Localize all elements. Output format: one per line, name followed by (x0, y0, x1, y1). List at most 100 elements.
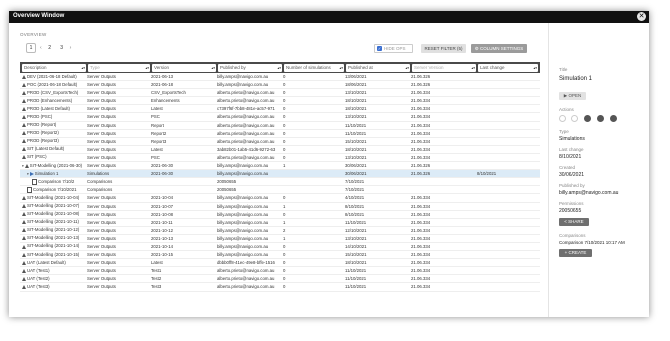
sort-icon[interactable]: ▴▾ (405, 64, 409, 72)
column-header-0[interactable]: Description ▴▾ (22, 63, 86, 72)
last-change-value: 8/10/2021 (559, 154, 582, 160)
cell-pub: 8/10/2021 (345, 203, 365, 209)
cell-num: 0 (283, 122, 286, 128)
cell-last (476, 97, 538, 104)
sort-icon[interactable]: ▴▾ (145, 64, 149, 72)
table-row[interactable]: Comparison 7/10/2 Comparisons 20050655 7/10… (20, 178, 540, 187)
sort-icon[interactable]: ▴▾ (471, 64, 475, 72)
cell-version: 2021-06-30 (151, 171, 173, 177)
cell-by: 20050655 (217, 187, 237, 193)
cell-last (476, 178, 538, 185)
cell-num: 0 (283, 138, 286, 144)
table-row[interactable]: SIT-Modelling (2021-10-12) Server Outputs… (20, 227, 540, 235)
permissions-label: Permissions (559, 201, 584, 206)
column-header-7[interactable]: Last change ▴▾ (478, 63, 538, 72)
table-row[interactable]: SIT-Modelling (2021-10-14) Server Outputs… (20, 243, 540, 252)
cell-version: Latest (151, 260, 163, 266)
table-row[interactable]: SIT-Modelling (2021-10-08) Server Outputs… (20, 211, 540, 219)
cell-last (476, 138, 538, 145)
column-header-5[interactable]: Published at ▴▾ (346, 63, 410, 72)
action-save-icon[interactable] (597, 115, 604, 122)
action-circle-icon[interactable] (559, 115, 566, 122)
table-row[interactable]: POC (2021-06-18 Default) Server Outputs 20… (20, 81, 540, 90)
cell-pub: 13/10/2021 (345, 114, 367, 120)
server-output-icon (22, 82, 26, 87)
cell-desc: PROD (PSC) (20, 113, 86, 120)
column-settings-button[interactable]: ⚙ COLUMN SETTINGS (471, 44, 527, 53)
server-output-icon (22, 236, 26, 241)
table-row[interactable]: UAT (Latest Default) Server Outputs Latest… (20, 259, 540, 268)
table-row[interactable]: PROD (Enhancements) Server Outputs Enhance… (20, 97, 540, 106)
table-row[interactable]: DEV (2021-06-18 Default) Server Outputs 20… (20, 73, 540, 82)
cell-version: Test3 (151, 284, 162, 290)
table-row[interactable]: PROD (PSC) Server Outputs PSC alberto.priet… (20, 113, 540, 122)
table-row[interactable]: PROD (Latest Default) Server Outputs Lates… (20, 105, 540, 114)
hide-ops-checkbox[interactable]: ✓ HIDE OPS (374, 44, 413, 53)
column-header-1[interactable]: Type ▴▾ (88, 63, 150, 72)
table-row[interactable]: UAT (Test3) Server Outputs Test3 alberto.pr… (20, 283, 540, 292)
cell-desc: Comparison 7/10/2021 (20, 186, 86, 193)
table-row[interactable]: Comparison 7/10/2021 Comparisons 20050655 7… (20, 186, 540, 195)
action-circle-icon-2[interactable] (571, 115, 578, 122)
cell-desc: SIT-Modelling (2021-10-14) (20, 243, 86, 250)
table-row[interactable]: ▾ Simulation 1 Simulations 2021-06-30 billy.… (20, 170, 540, 179)
cell-last (476, 283, 538, 290)
sort-icon[interactable]: ▴▾ (277, 64, 281, 72)
cell-last (476, 194, 538, 201)
cell-by: alberto.prieto@navigo.com.au (217, 276, 275, 282)
sort-icon[interactable]: ▴▾ (211, 64, 215, 72)
cell-desc: UAT (Test2) (20, 275, 86, 282)
reset-filter-button[interactable]: RESET FILTER (5) (421, 44, 466, 53)
table-row[interactable]: PROD (Report2) Server Outputs Report2 alber… (20, 130, 540, 138)
sort-icon[interactable]: ▴▾ (81, 64, 85, 72)
table-row[interactable]: PROD (Report) Server Outputs Report alberto… (20, 122, 540, 130)
table-row[interactable]: SIT-Modelling (2021-10-15) Server Outputs… (20, 251, 540, 260)
table-row[interactable]: SIT-Modelling (2021-10-13) Server Outputs… (20, 235, 540, 243)
row-description: Comparison 7/10/2 (38, 178, 75, 184)
action-copy-icon[interactable] (584, 115, 591, 122)
table-row[interactable]: PROD (Report3) Server Outputs Report3 alber… (20, 138, 540, 146)
row-description: SIT-Modelling (2021-10-13) (27, 235, 80, 241)
cell-by: alberto.prieto@navigo.com.au (217, 122, 275, 128)
expand-caret-icon[interactable]: ▾ (22, 162, 24, 169)
column-header-4[interactable]: Number of simulations ▴▾ (284, 63, 344, 72)
action-delete-icon[interactable] (610, 115, 617, 122)
table-row[interactable]: SIT-Modelling (2021-10-04) Server Outputs… (20, 194, 540, 203)
comparison-icon (27, 186, 32, 193)
table-row[interactable]: UAT (Test1) Server Outputs Test1 alberto.pr… (20, 267, 540, 276)
page-2-button[interactable]: 2 (46, 44, 54, 52)
cell-pub: 11/10/2021 (345, 276, 367, 282)
page-3-button[interactable]: 3 (58, 44, 66, 52)
cell-desc: SIT-Modelling (2021-10-13) (20, 235, 86, 242)
table-row[interactable]: SIT-Modelling (2021-10-07) Server Outputs… (20, 203, 540, 211)
next-page-icon[interactable]: › (70, 45, 72, 51)
row-description: PROD (Report) (27, 122, 57, 128)
column-header-label: Published at (348, 64, 373, 70)
cell-server: 21.06.334 (411, 276, 431, 282)
table-body: DEV (2021-06-18 Default) Server Outputs 20… (20, 73, 540, 292)
cell-pub: 7/10/2021 (345, 179, 365, 185)
cell-last (476, 235, 538, 242)
column-header-6[interactable]: Server Version ▴▾ (412, 63, 476, 72)
table-row[interactable]: PROD (CSV_ExportsTech) Server Outputs CSV_… (20, 89, 540, 98)
expand-caret-icon[interactable]: ▾ (27, 170, 29, 177)
table-row[interactable]: SIT (Latest Default) Server Outputs Latest… (20, 146, 540, 154)
sort-icon[interactable]: ▴▾ (533, 64, 537, 72)
table-row[interactable]: ▾ SIT-Modelling (2021-06-30) Server Output… (20, 162, 540, 171)
table-row[interactable]: UAT (Test2) Server Outputs Test2 alberto.pr… (20, 275, 540, 284)
prev-page-icon[interactable]: ‹ (40, 45, 42, 51)
row-description: UAT (Test1) (27, 267, 50, 273)
share-button[interactable]: < SHARE (559, 218, 589, 226)
sort-icon[interactable]: ▴▾ (339, 64, 343, 72)
cell-num: 1 (283, 163, 286, 169)
column-header-2[interactable]: Version ▴▾ (152, 63, 216, 72)
column-header-3[interactable]: Published by ▴▾ (218, 63, 282, 72)
close-icon[interactable]: ✕ (637, 12, 646, 21)
comparison-link[interactable]: Comparison 7/10/2021 10:17 AM (559, 240, 625, 245)
table-row[interactable]: SIT (PSC) Server Outputs PSC alberto.prieto… (20, 154, 540, 163)
cell-server: 21.06.326 (411, 163, 431, 169)
open-button[interactable]: ▶ OPEN (559, 92, 586, 100)
table-row[interactable]: SIT-Modelling (2021-10-11) Server Outputs… (20, 219, 540, 227)
create-button[interactable]: + CREATE (559, 249, 592, 257)
page-1-button[interactable]: 1 (26, 42, 36, 53)
